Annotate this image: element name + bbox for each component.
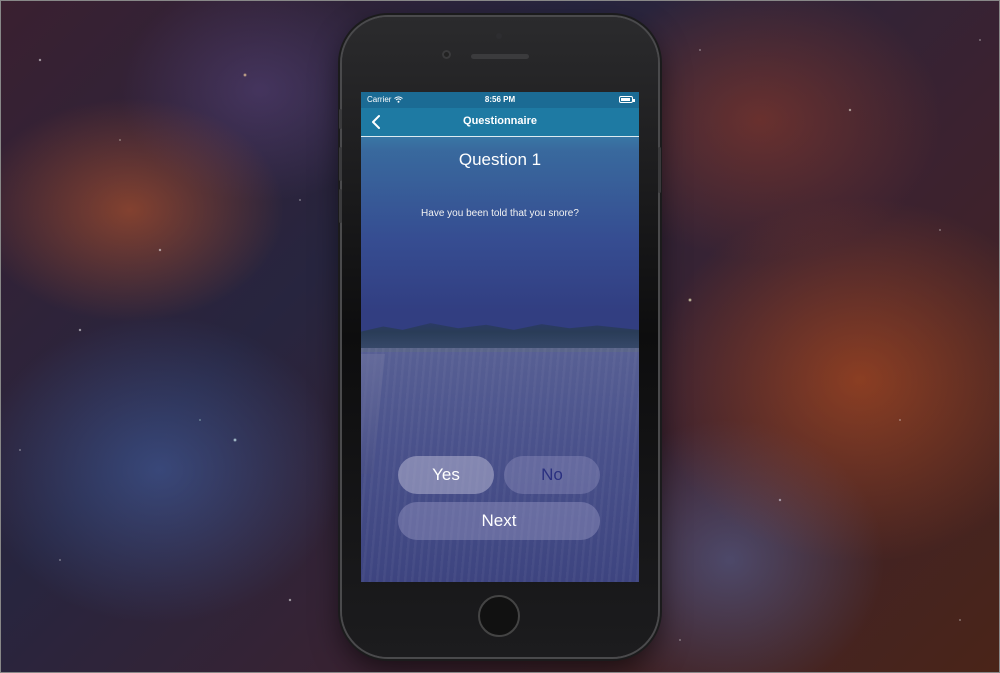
volume-up-button [339, 147, 342, 181]
front-camera [442, 50, 451, 59]
nav-title: Questionnaire [463, 115, 537, 127]
iphone-device-frame: Carrier 8:56 PM Questionnaire Question 1… [339, 17, 661, 657]
next-button[interactable]: Next [398, 502, 600, 540]
volume-down-button [339, 189, 342, 223]
question-text: Have you been told that you snore? [421, 208, 579, 219]
battery-level-fill [621, 98, 630, 101]
home-button[interactable] [478, 595, 520, 637]
status-bar: Carrier 8:56 PM [361, 92, 639, 108]
no-button[interactable]: No [504, 456, 600, 494]
space-background: Carrier 8:56 PM Questionnaire Question 1… [0, 0, 1000, 673]
phone-screen: Carrier 8:56 PM Questionnaire Question 1… [361, 92, 639, 582]
yes-button[interactable]: Yes [398, 456, 494, 494]
mute-switch [339, 109, 342, 129]
status-time: 8:56 PM [484, 95, 516, 104]
navigation-bar: Questionnaire [361, 108, 639, 137]
power-button [658, 147, 661, 193]
battery-icon [619, 96, 635, 103]
earpiece-speaker [471, 54, 529, 59]
proximity-sensor [496, 33, 502, 39]
question-title: Question 1 [458, 150, 542, 169]
